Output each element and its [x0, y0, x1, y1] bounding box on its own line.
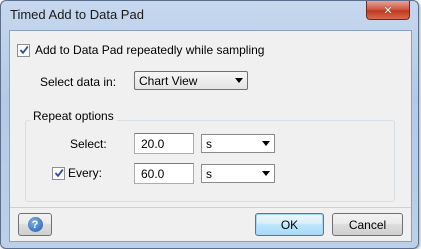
select-data-value: Chart View	[139, 73, 198, 88]
select-data-dropdown[interactable]: Chart View	[134, 71, 248, 90]
repeat-sampling-label: Add to Data Pad repeatedly while samplin…	[35, 43, 265, 57]
every-unit-value: s	[206, 166, 212, 181]
chevron-down-icon	[235, 78, 243, 83]
select-duration-value: 20.0	[141, 136, 165, 151]
every-unit-dropdown[interactable]: s	[201, 164, 275, 183]
chevron-down-icon	[262, 171, 270, 176]
repeat-sampling-checkbox[interactable]	[17, 43, 30, 57]
every-checkbox[interactable]	[52, 166, 65, 180]
every-interval-input[interactable]: 60.0	[134, 163, 194, 184]
every-label: Every:	[68, 166, 103, 180]
help-button[interactable]: ?	[18, 213, 52, 236]
repeat-sampling-row: Add to Data Pad repeatedly while samplin…	[17, 43, 264, 57]
every-interval-value: 60.0	[141, 166, 165, 181]
select-duration-input[interactable]: 20.0	[134, 133, 194, 154]
footer-divider	[10, 207, 411, 208]
repeat-options-group	[25, 120, 395, 202]
dialog-content: Add to Data Pad repeatedly while samplin…	[9, 30, 412, 242]
cancel-button[interactable]: Cancel	[332, 213, 403, 236]
every-row: Every:	[52, 166, 102, 180]
select-unit-value: s	[206, 136, 212, 151]
dialog-window: Timed Add to Data Pad ✕ Add to Data Pad …	[0, 0, 419, 249]
help-icon: ?	[27, 217, 43, 232]
select-data-label: Select data in:	[40, 75, 117, 89]
close-button[interactable]: ✕	[366, 1, 410, 20]
select-duration-label: Select:	[70, 137, 107, 151]
repeat-options-label: Repeat options	[30, 109, 117, 123]
cancel-button-label: Cancel	[348, 217, 387, 232]
ok-button[interactable]: OK	[255, 213, 324, 236]
select-unit-dropdown[interactable]: s	[201, 134, 275, 153]
checkmark-icon	[54, 169, 64, 178]
window-title: Timed Add to Data Pad	[10, 7, 144, 22]
ok-button-label: OK	[280, 217, 299, 232]
close-icon: ✕	[383, 4, 393, 17]
chevron-down-icon	[262, 141, 270, 146]
checkmark-icon	[19, 46, 29, 55]
title-bar[interactable]: Timed Add to Data Pad ✕	[1, 1, 418, 29]
